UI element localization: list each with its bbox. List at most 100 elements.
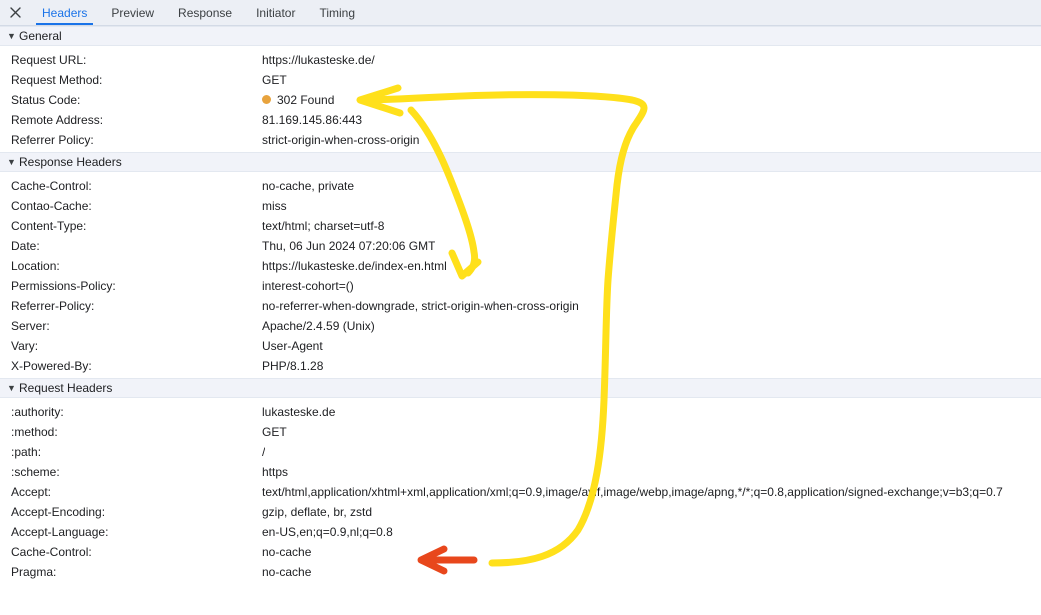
headers-panel: ▼ General Request URL: https://lukastesk… bbox=[0, 26, 1041, 615]
header-row: :authority: lukasteske.de bbox=[0, 402, 1041, 422]
section-rows-request-headers: :authority: lukasteske.de :method: GET :… bbox=[0, 398, 1041, 584]
section-header-response-headers[interactable]: ▼ Response Headers bbox=[0, 152, 1041, 172]
header-value: interest-cohort=() bbox=[262, 279, 354, 293]
header-value: 81.169.145.86:443 bbox=[262, 113, 363, 127]
header-value: no-cache bbox=[262, 545, 312, 559]
section-rows-response-headers: Cache-Control: no-cache, private Contao-… bbox=[0, 172, 1041, 378]
header-key: Location: bbox=[11, 259, 60, 273]
header-key: :authority: bbox=[11, 405, 64, 419]
header-key: :path: bbox=[11, 445, 42, 459]
header-key: Date: bbox=[11, 239, 40, 253]
status-dot-icon bbox=[262, 95, 271, 104]
header-key: Accept: bbox=[11, 485, 52, 499]
tab-response[interactable]: Response bbox=[166, 0, 244, 25]
tab-preview[interactable]: Preview bbox=[99, 0, 166, 25]
header-key: Content-Type: bbox=[11, 219, 87, 233]
header-key: Status Code: bbox=[11, 93, 81, 107]
header-value: User-Agent bbox=[262, 339, 323, 353]
header-row-status-code: Status Code: 302 Found bbox=[0, 90, 1041, 110]
header-row: Referrer Policy: strict-origin-when-cros… bbox=[0, 130, 1041, 150]
header-value: Apache/2.4.59 (Unix) bbox=[262, 319, 375, 333]
header-row: :method: GET bbox=[0, 422, 1041, 442]
header-value: miss bbox=[262, 199, 287, 213]
header-row: Contao-Cache: miss bbox=[0, 196, 1041, 216]
header-key: X-Powered-By: bbox=[11, 359, 92, 373]
header-row-accept-language: Accept-Language: en-US,en;q=0.9,nl;q=0.8 bbox=[0, 522, 1041, 542]
tab-preview-label: Preview bbox=[111, 5, 155, 20]
header-key: Pragma: bbox=[11, 565, 57, 579]
header-key: :scheme: bbox=[11, 465, 60, 479]
header-key: Request URL: bbox=[11, 53, 87, 67]
tab-headers[interactable]: Headers bbox=[30, 0, 99, 25]
header-key: Cache-Control: bbox=[11, 545, 92, 559]
header-value: en-US,en;q=0.9,nl;q=0.8 bbox=[262, 525, 393, 539]
header-key: Server: bbox=[11, 319, 50, 333]
header-value: https bbox=[262, 465, 289, 479]
close-button[interactable] bbox=[0, 0, 30, 25]
header-value: / bbox=[262, 445, 266, 459]
header-row: Server: Apache/2.4.59 (Unix) bbox=[0, 316, 1041, 336]
status-code-text: 302 Found bbox=[277, 93, 335, 107]
header-key: Remote Address: bbox=[11, 113, 104, 127]
header-value: no-cache, private bbox=[262, 179, 355, 193]
header-key: Referrer Policy: bbox=[11, 133, 94, 147]
close-icon bbox=[9, 7, 21, 18]
header-row: Accept-Encoding: gzip, deflate, br, zstd bbox=[0, 502, 1041, 522]
section-title-general: General bbox=[19, 29, 62, 43]
header-value: text/html,application/xhtml+xml,applicat… bbox=[262, 485, 1003, 499]
header-row: Date: Thu, 06 Jun 2024 07:20:06 GMT bbox=[0, 236, 1041, 256]
header-value: no-referrer-when-downgrade, strict-origi… bbox=[262, 299, 579, 313]
chevron-down-icon: ▼ bbox=[7, 30, 16, 41]
tab-headers-label: Headers bbox=[42, 5, 88, 20]
section-title-request-headers: Request Headers bbox=[19, 381, 113, 395]
chevron-down-icon: ▼ bbox=[7, 382, 16, 393]
header-key: Request Method: bbox=[11, 73, 103, 87]
devtools-tabbar: Headers Preview Response Initiator Timin… bbox=[0, 0, 1041, 26]
tab-initiator[interactable]: Initiator bbox=[244, 0, 307, 25]
header-value: lukasteske.de bbox=[262, 405, 336, 419]
header-value: strict-origin-when-cross-origin bbox=[262, 133, 420, 147]
header-value: PHP/8.1.28 bbox=[262, 359, 324, 373]
header-key: :method: bbox=[11, 425, 58, 439]
header-key: Accept-Language: bbox=[11, 525, 109, 539]
header-row: :path: / bbox=[0, 442, 1041, 462]
header-value: GET bbox=[262, 425, 287, 439]
header-value: Thu, 06 Jun 2024 07:20:06 GMT bbox=[262, 239, 436, 253]
header-row: Vary: User-Agent bbox=[0, 336, 1041, 356]
header-value: gzip, deflate, br, zstd bbox=[262, 505, 373, 519]
header-row: Cache-Control: no-cache, private bbox=[0, 176, 1041, 196]
header-row: Permissions-Policy: interest-cohort=() bbox=[0, 276, 1041, 296]
tab-response-label: Response bbox=[178, 5, 233, 20]
header-value: https://lukasteske.de/index-en.html bbox=[262, 259, 447, 273]
header-row: Cache-Control: no-cache bbox=[0, 542, 1041, 562]
tab-timing[interactable]: Timing bbox=[307, 0, 367, 25]
header-key: Cache-Control: bbox=[11, 179, 92, 193]
header-row: :scheme: https bbox=[0, 462, 1041, 482]
section-rows-general: Request URL: https://lukasteske.de/ Requ… bbox=[0, 46, 1041, 152]
header-row: Content-Type: text/html; charset=utf-8 bbox=[0, 216, 1041, 236]
header-row: X-Powered-By: PHP/8.1.28 bbox=[0, 356, 1041, 376]
header-row: Location: https://lukasteske.de/index-en… bbox=[0, 256, 1041, 276]
header-key: Accept-Encoding: bbox=[11, 505, 106, 519]
tab-initiator-label: Initiator bbox=[256, 5, 296, 20]
header-key: Permissions-Policy: bbox=[11, 279, 116, 293]
tab-timing-label: Timing bbox=[319, 5, 356, 20]
header-value: GET bbox=[262, 73, 287, 87]
section-header-general[interactable]: ▼ General bbox=[0, 26, 1041, 46]
header-row: Remote Address: 81.169.145.86:443 bbox=[0, 110, 1041, 130]
header-row: Request URL: https://lukasteske.de/ bbox=[0, 50, 1041, 70]
header-value-wrapper: 302 Found bbox=[262, 90, 334, 110]
chevron-down-icon: ▼ bbox=[7, 156, 16, 167]
header-row: Request Method: GET bbox=[0, 70, 1041, 90]
header-key: Referrer-Policy: bbox=[11, 299, 95, 313]
header-value: text/html; charset=utf-8 bbox=[262, 219, 385, 233]
section-header-request-headers[interactable]: ▼ Request Headers bbox=[0, 378, 1041, 398]
header-value: no-cache bbox=[262, 565, 312, 579]
header-row: Pragma: no-cache bbox=[0, 562, 1041, 582]
section-title-response-headers: Response Headers bbox=[19, 155, 122, 169]
header-row-accept: Accept: text/html,application/xhtml+xml,… bbox=[0, 482, 1041, 502]
header-value: https://lukasteske.de/ bbox=[262, 53, 375, 67]
header-key: Contao-Cache: bbox=[11, 199, 92, 213]
header-row: Referrer-Policy: no-referrer-when-downgr… bbox=[0, 296, 1041, 316]
header-key: Vary: bbox=[11, 339, 39, 353]
